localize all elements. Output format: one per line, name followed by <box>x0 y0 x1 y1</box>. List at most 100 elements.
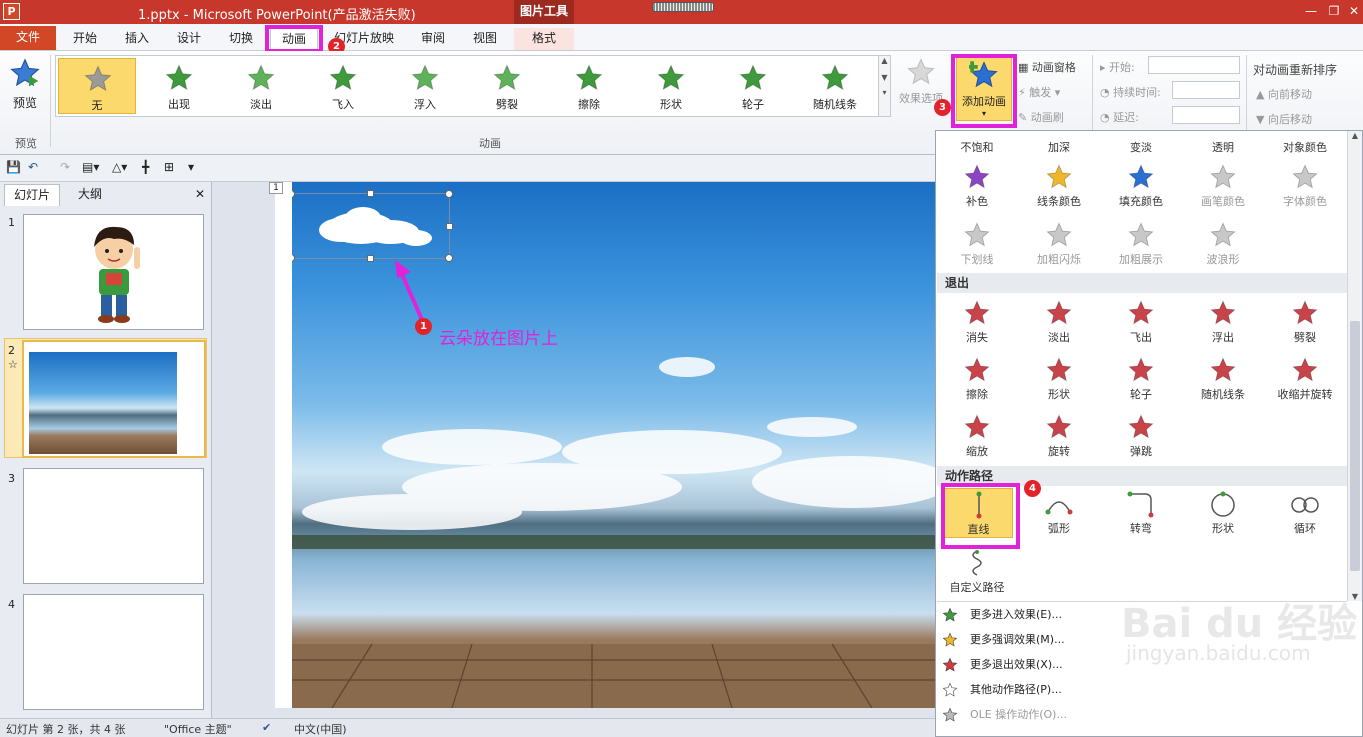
exit-effect[interactable]: 消失 <box>937 297 1017 347</box>
resize-handle[interactable] <box>367 190 374 197</box>
slide-thumbnail-2[interactable] <box>22 340 206 458</box>
emphasis-effect[interactable]: 补色 <box>937 161 1017 211</box>
exit-effect[interactable]: 弹跳 <box>1101 411 1181 461</box>
gallery-item[interactable]: 擦除 <box>550 58 628 114</box>
exit-effect[interactable]: 轮子 <box>1101 354 1181 404</box>
theme-name: "Office 主题" <box>164 723 232 736</box>
tab-transitions[interactable]: 切换 <box>218 28 264 50</box>
emphasis-effect[interactable]: 线条颜色 <box>1019 161 1099 211</box>
exit-effect[interactable]: 随机线条 <box>1183 354 1263 404</box>
scroll-down-icon[interactable]: ▼ <box>879 73 890 82</box>
effect-star-icon <box>1292 300 1318 325</box>
exit-effect[interactable]: 浮出 <box>1183 297 1263 347</box>
slide-canvas[interactable]: 1 云朵放在图片上 <box>292 182 935 708</box>
slide-thumbnail-3[interactable] <box>23 468 204 584</box>
animation-pane-button[interactable]: ▦ 动画窗格 <box>1018 59 1076 75</box>
custom-path-effect[interactable]: 自定义路径 <box>937 547 1017 597</box>
motion-path-effect[interactable]: 形状 <box>1183 488 1263 538</box>
redo-icon[interactable]: ↷ <box>60 160 70 174</box>
motion-path-effect[interactable]: 直线 <box>944 488 1013 538</box>
emphasis-effect[interactable]: 下划线 <box>937 219 1017 269</box>
gallery-item[interactable]: 淡出 <box>222 58 300 114</box>
tab-file[interactable]: 文件 <box>0 26 56 50</box>
exit-effect[interactable]: 劈裂 <box>1265 297 1345 347</box>
minimize-button[interactable]: — <box>1300 2 1322 20</box>
tab-insert[interactable]: 插入 <box>114 28 160 50</box>
resize-handle[interactable] <box>445 190 453 198</box>
exit-effect[interactable]: 形状 <box>1019 354 1099 404</box>
slide-number: 2 <box>8 344 15 357</box>
animation-painter-button[interactable]: ✎ 动画刷 <box>1018 109 1064 125</box>
undo-icon[interactable]: ↶ <box>28 160 38 174</box>
tab-outline[interactable]: 大纲 <box>64 184 116 206</box>
emphasis-effect[interactable]: 波浪形 <box>1183 219 1263 269</box>
slide-thumbnail-1[interactable] <box>23 214 204 330</box>
exit-effect[interactable]: 淡出 <box>1019 297 1099 347</box>
exit-effect[interactable]: 擦除 <box>937 354 1017 404</box>
motion-path-effect[interactable]: 循环 <box>1265 488 1345 538</box>
gallery-item[interactable]: 出现 <box>140 58 218 114</box>
cloud-picture[interactable] <box>292 190 453 262</box>
tab-slides[interactable]: 幻灯片 <box>4 184 60 206</box>
exit-effect[interactable]: 收缩并旋转 <box>1265 354 1345 404</box>
gallery-item-label: 劈裂 <box>496 98 518 111</box>
spellcheck-icon[interactable]: ✔ <box>262 721 271 734</box>
preview-button[interactable]: 预览 <box>4 55 46 125</box>
distribute-icon[interactable]: ⊞ <box>164 160 174 174</box>
scroll-up-icon[interactable]: ▲ <box>1348 131 1362 140</box>
gallery-item[interactable]: 飞入 <box>304 58 382 114</box>
move-earlier-button[interactable]: ▲ 向前移动 <box>1256 86 1312 102</box>
menu-item[interactable]: OLE 操作动作(O)... <box>937 703 1347 727</box>
close-panel-icon[interactable]: ✕ <box>190 184 210 206</box>
more-icon[interactable]: ▾ <box>879 88 890 97</box>
scroll-thumb[interactable] <box>1350 321 1360 571</box>
drag-grip[interactable] <box>652 2 714 12</box>
gallery-item[interactable]: 形状 <box>632 58 710 114</box>
align-icon[interactable]: ╋ <box>142 160 149 174</box>
tab-review[interactable]: 审阅 <box>410 28 456 50</box>
gallery-item[interactable]: 无 <box>58 58 136 114</box>
gallery-item[interactable]: 浮入 <box>386 58 464 114</box>
emphasis-effect[interactable]: 加粗闪烁 <box>1019 219 1099 269</box>
gallery-item[interactable]: 轮子 <box>714 58 792 114</box>
emphasis-effect[interactable]: 填充颜色 <box>1101 161 1181 211</box>
scroll-up-icon[interactable]: ▲ <box>879 56 890 65</box>
start-combo[interactable] <box>1148 56 1240 74</box>
customize-qat-icon[interactable]: ▾ <box>188 160 194 174</box>
emphasis-effect[interactable]: 画笔颜色 <box>1183 161 1263 211</box>
tab-home[interactable]: 开始 <box>62 28 108 50</box>
delay-stepper[interactable] <box>1172 106 1240 124</box>
effect-label: 飞出 <box>1130 331 1152 344</box>
separator <box>50 55 51 147</box>
gallery-item[interactable]: 随机线条 <box>796 58 874 114</box>
shape-icon[interactable]: △▾ <box>112 160 127 174</box>
emphasis-effect[interactable]: 字体颜色 <box>1265 161 1345 211</box>
duration-stepper[interactable] <box>1172 81 1240 99</box>
tab-animations[interactable]: 动画 <box>270 28 318 50</box>
resize-handle[interactable] <box>367 255 374 262</box>
motion-path-effect[interactable]: 转弯 <box>1101 488 1181 538</box>
move-later-button[interactable]: ▼ 向后移动 <box>1256 111 1312 127</box>
tab-format[interactable]: 格式 <box>514 28 574 50</box>
restore-button[interactable]: ❐ <box>1323 2 1345 20</box>
exit-effect[interactable]: 飞出 <box>1101 297 1181 347</box>
menu-item[interactable]: 其他动作路径(P)... <box>937 678 1347 702</box>
emphasis-effect[interactable]: 加粗展示 <box>1101 219 1181 269</box>
close-button[interactable]: ✕ <box>1343 2 1363 20</box>
trigger-button[interactable]: ⚡ 触发 ▾ <box>1018 84 1060 100</box>
exit-effect[interactable]: 旋转 <box>1019 411 1099 461</box>
add-animation-button[interactable]: 添加动画 ▾ <box>956 57 1012 121</box>
tab-design[interactable]: 设计 <box>166 28 212 50</box>
slide-thumbnail-4[interactable] <box>23 594 204 710</box>
resize-handle[interactable] <box>446 223 453 230</box>
save-icon[interactable]: 💾 <box>6 160 21 174</box>
layout-icon[interactable]: ▤▾ <box>82 160 99 174</box>
tab-view[interactable]: 视图 <box>462 28 508 50</box>
gallery-item[interactable]: 劈裂 <box>468 58 546 114</box>
gallery-item-label: 飞入 <box>332 98 354 111</box>
dropdown-scrollbar[interactable]: ▲ ▼ <box>1347 131 1362 601</box>
effect-label: 线条颜色 <box>1037 195 1081 208</box>
exit-effect[interactable]: 缩放 <box>937 411 1017 461</box>
gallery-scrollbar[interactable]: ▲ ▼ ▾ <box>878 56 890 116</box>
powerpoint-icon[interactable]: P <box>3 3 20 20</box>
